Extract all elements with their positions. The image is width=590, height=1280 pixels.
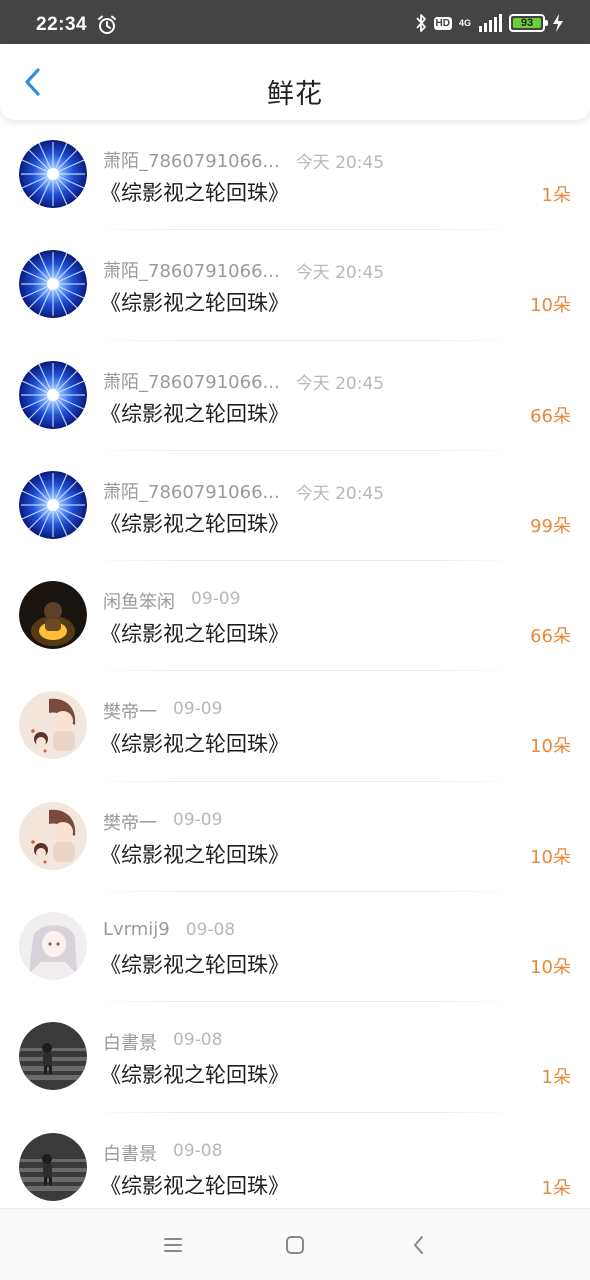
flower-record-item[interactable]: 樊帝一 09-09 《综影视之轮回珠》 10朵	[0, 782, 590, 893]
flower-count: 1朵	[541, 1067, 571, 1089]
flower-record-item[interactable]: 闲鱼笨闲 09-09 《综影视之轮回珠》 66朵	[0, 561, 590, 672]
system-nav-bar	[0, 1208, 590, 1280]
send-time: 今天 20:45	[295, 153, 385, 173]
flower-record-list: 萧陌_7860791066... 今天 20:45 《综影视之轮回珠》 1朵 萧陌_7…	[0, 120, 590, 1208]
book-title: 《综影视之轮回珠》	[100, 181, 289, 205]
flower-count: 99朵	[530, 515, 571, 537]
book-title: 《综影视之轮回珠》	[100, 842, 289, 867]
alarm-icon	[98, 15, 116, 34]
send-time: 09-09	[191, 589, 241, 610]
flower-record-item[interactable]: 萧陌_7860791066... 今天 20:45 《综影视之轮回珠》 10朵	[0, 230, 590, 341]
flower-count: 10朵	[530, 846, 571, 868]
battery-level: 93	[513, 17, 541, 29]
flower-count: 10朵	[530, 957, 571, 979]
user-avatar[interactable]	[19, 581, 87, 650]
sender-name: Lvrmij9	[103, 919, 170, 941]
status-bar: 22:34 HD 4G 93	[0, 0, 590, 44]
book-title: 《综影视之轮回珠》	[100, 1173, 289, 1198]
user-avatar[interactable]	[19, 250, 87, 319]
sender-name: 萧陌_7860791066...	[103, 261, 280, 283]
flower-record-item[interactable]: 白書景 09-08 《综影视之轮回珠》 1朵	[0, 1002, 590, 1113]
book-title: 《综影视之轮回珠》	[100, 622, 289, 647]
send-time: 09-09	[173, 809, 223, 830]
user-avatar[interactable]	[19, 470, 87, 539]
flower-record-item[interactable]: Lvrmij9 09-08 《综影视之轮回珠》 10朵	[0, 892, 590, 1003]
user-avatar[interactable]	[19, 140, 87, 208]
user-avatar[interactable]	[19, 691, 87, 760]
book-title: 《综影视之轮回珠》	[100, 401, 289, 426]
status-time: 22:34	[36, 14, 88, 35]
send-time: 09-08	[173, 1030, 223, 1051]
sender-name: 闲鱼笨闲	[103, 592, 175, 614]
book-title: 《综影视之轮回珠》	[100, 291, 289, 316]
user-avatar[interactable]	[19, 360, 87, 429]
flower-count: 1朵	[541, 185, 571, 206]
battery-indicator: 93	[509, 14, 548, 32]
flower-count: 66朵	[530, 626, 571, 648]
flower-record-item[interactable]: 白書景 09-08 《综影视之轮回珠》 1朵	[0, 1113, 590, 1208]
send-time: 今天 20:45	[295, 263, 385, 284]
page-title: 鲜花	[267, 79, 323, 110]
user-avatar[interactable]	[19, 1022, 87, 1091]
flower-record-item[interactable]: 萧陌_7860791066... 今天 20:45 《综影视之轮回珠》 1朵	[0, 120, 590, 231]
status-icons: HD 4G 93	[415, 12, 564, 34]
sender-name: 白書景	[103, 1033, 157, 1055]
sender-name: 白書景	[103, 1143, 157, 1165]
book-title: 《综影视之轮回珠》	[100, 511, 289, 536]
flower-record-item[interactable]: 萧陌_7860791066... 今天 20:45 《综影视之轮回珠》 66朵	[0, 341, 590, 451]
sender-name: 萧陌_7860791066...	[103, 481, 280, 503]
sender-name: 萧陌_7860791066...	[103, 151, 280, 172]
bluetooth-icon	[415, 14, 426, 32]
send-time: 今天 20:45	[295, 483, 385, 504]
flower-count: 1朵	[541, 1177, 571, 1199]
home-icon[interactable]	[281, 1231, 309, 1259]
signal-icon	[479, 14, 502, 32]
user-avatar[interactable]	[19, 1132, 87, 1201]
sender-name: 樊帝一	[103, 702, 157, 724]
top-header: 鲜花	[0, 44, 590, 120]
charging-icon	[553, 14, 563, 32]
send-time: 今天 20:45	[295, 373, 385, 394]
sender-name: 樊帝一	[103, 812, 157, 834]
flower-record-item[interactable]: 萧陌_7860791066... 今天 20:45 《综影视之轮回珠》 99朵	[0, 451, 590, 562]
send-time: 09-08	[173, 1140, 223, 1161]
nav-back-icon[interactable]	[405, 1231, 433, 1259]
flower-count: 10朵	[530, 295, 571, 317]
flower-record-item[interactable]: 樊帝一 09-09 《综影视之轮回珠》 10朵	[0, 671, 590, 782]
send-time: 09-08	[185, 920, 236, 941]
hd-badge: HD	[433, 16, 452, 30]
book-title: 《综影视之轮回珠》	[100, 1063, 289, 1088]
network-type: 4G	[458, 18, 471, 28]
flower-count: 66朵	[530, 405, 571, 427]
menu-icon[interactable]	[159, 1231, 187, 1259]
book-title: 《综影视之轮回珠》	[100, 732, 289, 757]
user-avatar[interactable]	[19, 912, 87, 981]
flower-count: 10朵	[530, 736, 571, 758]
send-time: 09-09	[173, 699, 223, 720]
sender-name: 萧陌_7860791066...	[103, 371, 280, 393]
user-avatar[interactable]	[19, 801, 87, 870]
book-title: 《综影视之轮回珠》	[100, 953, 289, 978]
